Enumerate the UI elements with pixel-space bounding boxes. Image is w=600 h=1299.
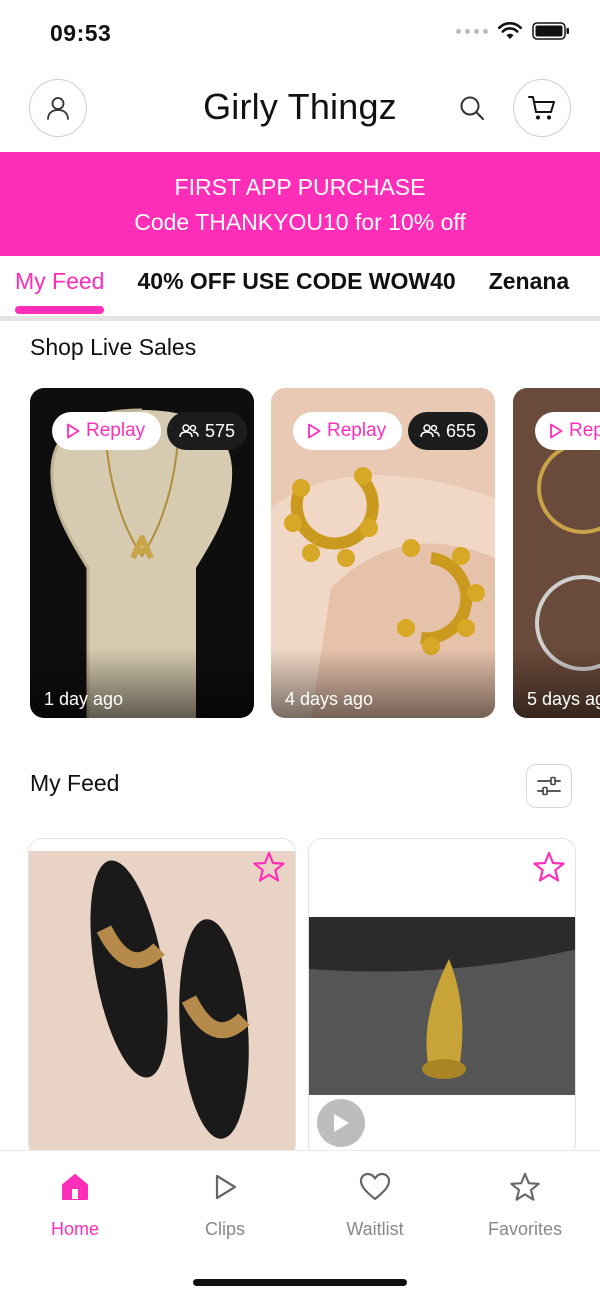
heart-icon	[359, 1172, 391, 1201]
viewer-count-badge: 655	[408, 412, 489, 450]
live-sale-card[interactable]: Replay 5 days ago	[513, 388, 600, 718]
sandals-image	[29, 839, 295, 1157]
viewer-count: 655	[446, 420, 477, 441]
nav-waitlist[interactable]: Waitlist	[315, 1169, 435, 1240]
viewer-count: 575	[205, 420, 236, 441]
live-sales-carousel[interactable]: Replay 575 1 day ago Replay 655 4 days a…	[30, 388, 600, 718]
star-icon	[253, 851, 285, 882]
star-icon	[510, 1172, 540, 1201]
favorite-button[interactable]	[531, 849, 567, 885]
viewer-count-badge: 575	[167, 412, 248, 450]
promo-banner[interactable]: FIRST APP PURCHASE Code THANKYOU10 for 1…	[0, 152, 600, 256]
live-sale-card[interactable]: Replay 655 4 days ago	[271, 388, 495, 718]
status-time: 09:53	[50, 20, 112, 46]
sale-time-ago: 4 days ago	[285, 689, 374, 709]
home-indicator[interactable]	[193, 1279, 407, 1286]
feed-title: My Feed	[30, 770, 120, 796]
brand-title: Girly Thingz	[203, 86, 397, 127]
viewers-icon	[420, 424, 440, 438]
live-sale-card[interactable]: Replay 575 1 day ago	[30, 388, 254, 718]
nav-favorites-label: Favorites	[487, 1219, 563, 1239]
battery-icon	[532, 22, 569, 40]
app-header: Girly Thingz	[0, 66, 600, 152]
promo-line-2: Code THANKYOU10 for 10% off	[134, 209, 466, 235]
play-outline-icon	[67, 423, 80, 439]
play-icon	[215, 1174, 237, 1200]
status-bar: 09:53	[0, 0, 600, 66]
replay-label: Replay	[569, 420, 600, 441]
replay-button[interactable]: Replay	[293, 412, 403, 450]
feed-item-card[interactable]	[308, 838, 576, 1158]
replay-label: Replay	[86, 420, 146, 441]
play-outline-icon	[308, 423, 321, 439]
search-button[interactable]	[456, 92, 488, 124]
sale-time-ago: 5 days ago	[527, 689, 600, 709]
nav-waitlist-label: Waitlist	[346, 1219, 404, 1239]
tab-zenana[interactable]: Zenana	[489, 256, 570, 316]
nav-home[interactable]: Home	[15, 1169, 135, 1240]
sale-time-ago: 1 day ago	[44, 689, 124, 709]
cart-button[interactable]	[513, 79, 571, 137]
home-icon	[62, 1174, 88, 1200]
sliders-icon	[537, 776, 561, 796]
tab-wow40[interactable]: 40% OFF USE CODE WOW40	[137, 256, 455, 316]
bottom-nav: Home Clips Waitlist Favorites	[0, 1150, 600, 1299]
nav-clips[interactable]: Clips	[165, 1169, 285, 1240]
nav-clips-label: Clips	[204, 1219, 245, 1239]
nav-favorites[interactable]: Favorites	[465, 1169, 585, 1240]
tab-my-feed[interactable]: My Feed	[15, 256, 105, 316]
live-sales-title: Shop Live Sales	[30, 334, 197, 360]
wifi-icon	[498, 22, 522, 39]
play-icon	[334, 1114, 349, 1132]
signal-icon	[456, 28, 488, 34]
category-tabs: My Feed 40% OFF USE CODE WOW40 Zenana M	[0, 256, 600, 318]
replay-button[interactable]: Replay	[52, 412, 162, 450]
tabs-divider	[0, 316, 600, 321]
feed-item-card[interactable]	[28, 838, 296, 1158]
nav-home-label: Home	[50, 1219, 99, 1239]
star-icon	[533, 851, 565, 882]
replay-button[interactable]: Replay	[535, 412, 600, 450]
search-icon	[460, 96, 484, 120]
status-icons	[456, 22, 570, 40]
play-video-button[interactable]	[317, 1099, 365, 1147]
promo-line-1: FIRST APP PURCHASE	[174, 174, 426, 200]
filter-button[interactable]	[526, 764, 572, 808]
favorite-button[interactable]	[251, 849, 287, 885]
play-outline-icon	[550, 423, 563, 439]
viewers-icon	[179, 424, 199, 438]
replay-label: Replay	[327, 420, 387, 441]
cart-icon	[528, 96, 555, 120]
